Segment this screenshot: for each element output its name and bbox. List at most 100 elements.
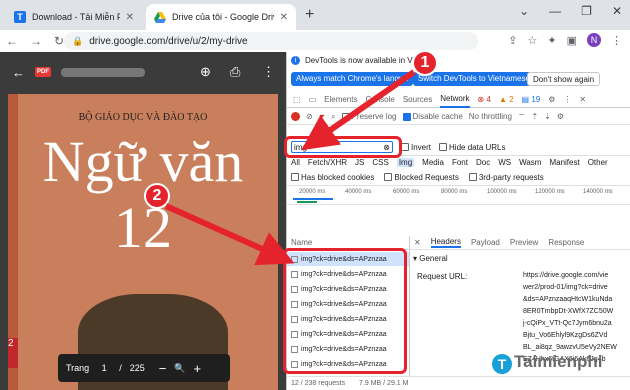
tab-headers[interactable]: Headers <box>430 237 461 248</box>
forward-icon[interactable]: → <box>30 34 42 48</box>
message-count[interactable]: ▤ 19 <box>522 95 541 104</box>
always-match-button[interactable]: Always match Chrome's langua <box>291 72 413 86</box>
close-icon[interactable]: ✕ <box>280 12 288 23</box>
tick-label: 100000 ms <box>487 189 517 195</box>
back-icon[interactable]: ← <box>6 34 18 48</box>
inspect-icon[interactable]: ⬚ <box>293 95 301 104</box>
sidepanel-icon[interactable]: ▣ <box>567 34 577 47</box>
print-icon[interactable]: ⎙ <box>230 64 240 80</box>
search-icon[interactable]: ⌕ <box>331 112 335 122</box>
tab-sources[interactable]: Sources <box>403 95 432 104</box>
type-wasm[interactable]: Wasm <box>519 158 541 167</box>
record-icon[interactable] <box>291 112 300 121</box>
avatar[interactable]: N <box>587 33 601 47</box>
zoom-out-button[interactable]: − <box>159 361 167 376</box>
tick-label: 80000 ms <box>441 189 468 195</box>
type-fetch[interactable]: Fetch/XHR <box>308 158 347 167</box>
tab-elements[interactable]: Elements <box>324 95 357 104</box>
close-icon[interactable]: ✕ <box>579 95 586 104</box>
network-controls: ⊘ ⏷ ⌕ Preserve log Disable cache No thro… <box>287 109 630 125</box>
close-icon[interactable]: ✕ <box>126 12 134 23</box>
share-icon[interactable]: ⇪ <box>508 34 517 47</box>
blurred-file-title <box>61 67 145 77</box>
page-navigator: Trang 1 / 225 − 🔍 + <box>58 354 230 382</box>
request-count: 12 / 238 requests <box>291 380 346 387</box>
type-all[interactable]: All <box>291 158 300 167</box>
add-to-drive-icon[interactable]: ⊕ <box>200 64 211 80</box>
reload-icon[interactable]: ↻ <box>54 34 64 48</box>
tab-response[interactable]: Response <box>548 238 584 247</box>
blocked-requests-checkbox[interactable]: Blocked Requests <box>384 173 459 182</box>
clear-icon[interactable]: ⊘ <box>306 112 313 121</box>
url-text: drive.google.com/drive/u/2/my-drive <box>89 35 248 47</box>
filter-icon[interactable]: ⏷ <box>319 112 325 122</box>
tab-title: Drive của tôi - Google Drive <box>172 12 274 22</box>
language-infobar: i DevTools is now available in Vie Alway… <box>287 52 630 90</box>
timeline-overview[interactable]: 20000 ms 40000 ms 60000 ms 80000 ms 1000… <box>287 185 630 205</box>
page-separator: / <box>119 363 122 373</box>
settings-icon[interactable]: ⚙ <box>557 112 564 121</box>
window-controls: ⌄ — ❐ ✕ <box>519 4 622 18</box>
tab-download[interactable]: T Download - Tải Miễn Phí VN - Ph ✕ <box>6 4 142 30</box>
zoom-in-button[interactable]: + <box>194 361 202 376</box>
tab-console[interactable]: Console <box>365 95 394 104</box>
close-detail-icon[interactable]: ✕ <box>414 238 421 247</box>
type-manifest[interactable]: Manifest <box>549 158 579 167</box>
page-input[interactable]: 1 <box>97 363 111 373</box>
pane-splitter[interactable] <box>409 236 410 376</box>
third-party-checkbox[interactable]: 3rd-party requests <box>468 173 544 182</box>
more-icon[interactable]: ⋮ <box>563 95 571 104</box>
tab-preview[interactable]: Preview <box>510 238 538 247</box>
upload-icon[interactable]: ⇡ <box>531 112 538 121</box>
tab-payload[interactable]: Payload <box>471 238 500 247</box>
type-other[interactable]: Other <box>588 158 608 167</box>
menu-icon[interactable]: ⋮ <box>611 34 622 47</box>
warning-count[interactable]: ▲ 2 <box>499 95 514 104</box>
type-img[interactable]: Img <box>396 158 415 167</box>
cover-number: 12 <box>114 195 172 260</box>
request-url-line: https://drive.google.com/vie <box>523 272 609 279</box>
disable-cache-checkbox[interactable]: Disable cache <box>402 112 463 121</box>
type-doc[interactable]: Doc <box>476 158 490 167</box>
type-js[interactable]: JS <box>355 158 364 167</box>
maximize-icon[interactable]: ❐ <box>581 4 592 18</box>
device-icon[interactable]: ▭ <box>309 95 317 104</box>
minimize-icon[interactable]: — <box>549 4 561 18</box>
tick-label: 60000 ms <box>393 189 420 195</box>
info-icon: i <box>291 56 300 65</box>
download-icon[interactable]: ⇣ <box>544 112 551 121</box>
tab-network[interactable]: Network <box>440 92 470 108</box>
type-ws[interactable]: WS <box>498 158 511 167</box>
request-url-label: Request URL: <box>417 272 468 281</box>
chevron-down-icon[interactable]: ⌄ <box>519 4 529 18</box>
tab-strip: T Download - Tải Miễn Phí VN - Ph ✕ Driv… <box>0 0 630 30</box>
more-icon[interactable]: ⋮ <box>262 64 275 80</box>
extensions-icon[interactable]: ✦ <box>547 34 556 47</box>
hide-data-urls-checkbox[interactable]: Hide data URLs <box>439 143 506 152</box>
wifi-icon[interactable]: ⌔ <box>518 112 526 122</box>
has-blocked-cookies-checkbox[interactable]: Has blocked cookies <box>291 173 374 182</box>
close-window-icon[interactable]: ✕ <box>612 4 622 18</box>
throttling-select[interactable]: No throttling <box>469 112 512 121</box>
star-icon[interactable]: ☆ <box>528 34 538 47</box>
watermark-logo: Taimienphi <box>514 352 603 371</box>
tab-google-drive[interactable]: Drive của tôi - Google Drive ✕ <box>146 4 296 30</box>
book-cover: BỘ GIÁO DỤC VÀ ĐÀO TẠO Ngữ văn 12 2 <box>8 94 278 390</box>
type-font[interactable]: Font <box>452 158 468 167</box>
dont-show-button[interactable]: Don't show again <box>527 72 601 86</box>
preserve-log-checkbox[interactable]: Preserve log <box>341 112 397 121</box>
new-tab-button[interactable]: + <box>305 6 314 24</box>
step-one-badge: 1 <box>412 50 438 76</box>
type-media[interactable]: Media <box>422 158 444 167</box>
general-section[interactable]: ▾ General <box>413 254 448 263</box>
detail-tabs: ✕ Headers Payload Preview Response <box>410 236 630 250</box>
info-text: DevTools is now available in Vie <box>305 56 419 65</box>
tick-label: 120000 ms <box>535 189 565 195</box>
invert-checkbox[interactable]: Invert <box>401 143 431 152</box>
blocked-filters: Has blocked cookies Blocked Requests 3rd… <box>287 170 630 184</box>
settings-icon[interactable]: ⚙ <box>548 95 555 104</box>
type-css[interactable]: CSS <box>372 158 388 167</box>
address-bar[interactable]: 🔒 drive.google.com/drive/u/2/my-drive <box>64 32 478 50</box>
error-count[interactable]: ⊗ 4 <box>478 95 491 104</box>
back-arrow-icon[interactable]: ← <box>12 65 25 80</box>
